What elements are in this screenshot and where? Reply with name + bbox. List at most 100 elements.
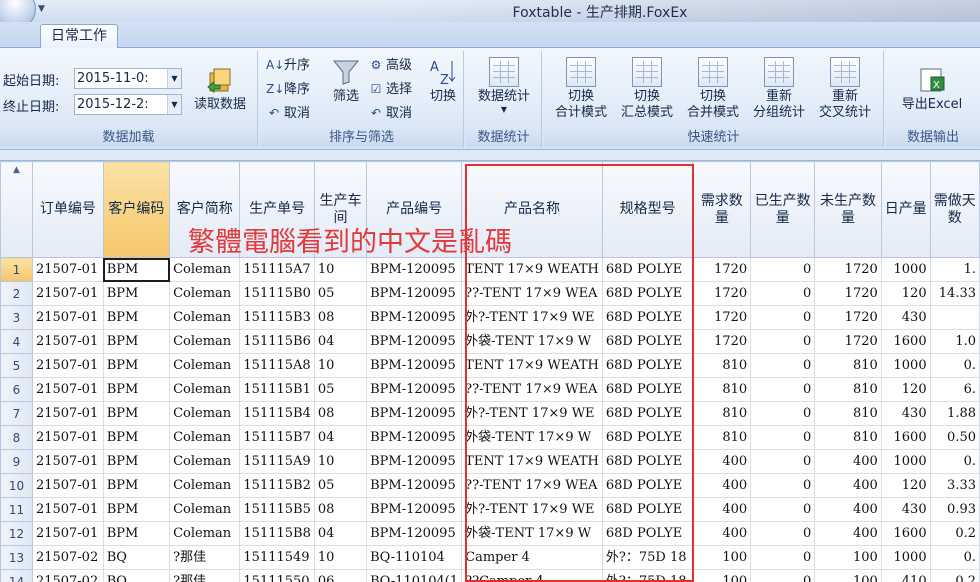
row-number[interactable]: 5 <box>0 353 33 378</box>
table-cell[interactable]: 0 <box>750 305 816 330</box>
table-cell[interactable]: BPM <box>102 329 171 354</box>
table-cell[interactable]: 400 <box>692 449 752 474</box>
toggle-total-mode-button[interactable]: 切换 合计模式 <box>548 57 614 121</box>
read-data-button[interactable]: 读取数据 <box>188 65 252 113</box>
table-cell[interactable]: TENT 17×9 WEATH <box>461 353 603 378</box>
table-cell[interactable]: 08 <box>313 305 368 330</box>
tab-daily-work[interactable]: 日常工作 <box>40 24 118 49</box>
start-date-input[interactable]: 2015-11-0: ▼ <box>74 68 182 89</box>
table-cell[interactable]: Coleman <box>169 473 241 498</box>
table-cell[interactable]: 21507-01 <box>31 329 104 354</box>
table-cell[interactable]: 120 <box>880 473 931 498</box>
table-cell[interactable]: 1720 <box>692 281 752 306</box>
table-cell[interactable]: 21507-02 <box>31 545 104 570</box>
table-cell[interactable]: ??-TENT 17×9 WEA <box>461 473 603 498</box>
table-cell[interactable]: 1600 <box>880 521 931 546</box>
table-cell[interactable]: TENT 17×9 WEATH <box>461 257 603 282</box>
table-cell[interactable]: 151115B8 <box>239 521 315 546</box>
table-cell[interactable]: Coleman <box>169 329 241 354</box>
row-number[interactable]: 3 <box>0 305 33 330</box>
table-cell[interactable]: 151115B5 <box>239 497 315 522</box>
quick-access-dropdown-icon[interactable]: ▼ <box>38 4 45 14</box>
table-cell[interactable]: 0 <box>750 473 816 498</box>
row-number[interactable]: 9 <box>0 449 33 474</box>
table-cell[interactable]: 151115B1 <box>239 377 315 402</box>
table-cell[interactable]: 21507-01 <box>31 257 104 282</box>
column-header[interactable]: 日产量 <box>880 161 931 258</box>
table-cell[interactable]: 151115A7 <box>239 257 315 282</box>
table-cell[interactable]: 外袋-TENT 17×9 W <box>461 425 603 450</box>
table-cell[interactable]: 68D POLYE <box>601 521 694 546</box>
table-cell[interactable]: 10 <box>313 545 368 570</box>
table-cell[interactable]: 1720 <box>692 329 752 354</box>
table-row[interactable]: 9 21507-01 BPM Coleman 151115A9 10 BPM-120095 T… <box>0 449 980 474</box>
table-cell[interactable]: Coleman <box>169 353 241 378</box>
sort-ascending-button[interactable]: A↓升序 <box>266 54 310 76</box>
table-cell[interactable]: 400 <box>814 473 882 498</box>
table-cell[interactable]: 外?-TENT 17×9 WE <box>461 305 603 330</box>
table-row[interactable]: 1 21507-01 BPM Coleman 151115A7 10 BPM-120095 T… <box>0 257 980 282</box>
table-cell[interactable]: BPM-120095 <box>366 353 463 378</box>
table-cell[interactable]: 151115B0 <box>239 281 315 306</box>
table-cell[interactable]: 15111549 <box>239 545 315 570</box>
toggle-merge-mode-button[interactable]: 切换 合并模式 <box>680 57 746 121</box>
table-cell[interactable]: 0 <box>750 329 816 354</box>
column-header[interactable]: 产品名称 <box>461 161 603 258</box>
table-cell[interactable]: 外?-TENT 17×9 WE <box>461 401 603 426</box>
column-header[interactable]: 产品编号 <box>366 161 463 258</box>
table-cell[interactable]: 21507-01 <box>31 377 104 402</box>
table-cell[interactable]: 21507-01 <box>31 281 104 306</box>
row-number[interactable]: 2 <box>0 281 33 306</box>
column-header[interactable]: 客户编码 <box>102 161 171 258</box>
table-cell[interactable]: 1720 <box>814 305 882 330</box>
table-cell[interactable]: 04 <box>313 329 368 354</box>
table-cell[interactable]: 430 <box>880 401 931 426</box>
table-row[interactable]: 14 21507-02 BQ ?那佳 15111550 06 BQ-110104(1 ??Ca… <box>0 569 980 582</box>
table-cell[interactable]: 04 <box>313 521 368 546</box>
table-cell[interactable]: BPM <box>102 449 171 474</box>
table-cell[interactable]: 68D POLYE <box>601 401 694 426</box>
table-cell[interactable]: BPM-120095 <box>366 473 463 498</box>
table-cell[interactable]: 151115A8 <box>239 353 315 378</box>
data-grid[interactable]: ▲ 订单编号 客户编码 客户简称 生产单号 生产车间 产品编号 产品名称 规格型号 需求数量 已生… <box>0 160 980 582</box>
table-cell[interactable]: 1720 <box>814 281 882 306</box>
table-cell[interactable]: 1000 <box>880 257 931 282</box>
table-cell[interactable]: 21507-02 <box>31 569 104 582</box>
table-row[interactable]: 6 21507-01 BPM Coleman 151115B1 05 BPM-120095?… <box>0 377 980 402</box>
table-cell[interactable]: 100 <box>692 545 752 570</box>
advanced-filter-button[interactable]: ⚙ 高级 <box>368 54 412 76</box>
table-cell[interactable]: 151115B2 <box>239 473 315 498</box>
row-number[interactable]: 12 <box>0 521 33 546</box>
column-header[interactable]: 需求数量 <box>692 161 752 258</box>
table-row[interactable]: 3 21507-01 BPM Coleman 151115B3 08 BPM-120095 外… <box>0 305 980 330</box>
table-cell[interactable]: 120 <box>880 281 931 306</box>
table-row[interactable]: 5 21507-01 BPM Coleman 151115A8 10 BPM-120095 T… <box>0 353 980 378</box>
row-number[interactable]: 7 <box>0 401 33 426</box>
table-cell[interactable]: 0 <box>750 497 816 522</box>
filter-button[interactable]: 筛选 <box>328 57 364 105</box>
table-cell[interactable]: Coleman <box>169 257 241 282</box>
table-cell[interactable]: 0 <box>750 545 816 570</box>
table-cell[interactable]: BPM <box>102 473 171 498</box>
table-cell[interactable]: 120 <box>880 377 931 402</box>
table-row[interactable]: 4 21507-01 BPM Coleman 151115B6 04 BPM-120095 外… <box>0 329 980 354</box>
table-cell[interactable]: 0 <box>750 425 816 450</box>
table-cell[interactable]: 68D POLYE <box>601 497 694 522</box>
sort-descending-button[interactable]: Z↓降序 <box>266 78 310 100</box>
table-cell[interactable]: 0.50 <box>929 425 980 450</box>
column-header[interactable]: 订单编号 <box>31 161 104 258</box>
table-cell[interactable]: BPM <box>102 281 171 306</box>
table-cell[interactable]: 68D POLYE <box>601 281 694 306</box>
table-cell[interactable]: 1000 <box>880 449 931 474</box>
start-date-dropdown-icon[interactable]: ▼ <box>167 69 181 88</box>
table-cell[interactable]: 0. <box>929 449 980 474</box>
table-cell[interactable]: 68D POLYE <box>601 449 694 474</box>
table-cell[interactable]: 21507-01 <box>31 425 104 450</box>
table-cell[interactable]: 0 <box>750 401 816 426</box>
table-cell[interactable]: BPM-120095 <box>366 497 463 522</box>
table-cell[interactable]: Coleman <box>169 281 241 306</box>
table-cell[interactable]: 外袋-TENT 17×9 W <box>461 521 603 546</box>
table-cell[interactable]: BPM <box>102 401 171 426</box>
table-cell[interactable] <box>929 305 980 330</box>
table-cell[interactable]: Coleman <box>169 377 241 402</box>
